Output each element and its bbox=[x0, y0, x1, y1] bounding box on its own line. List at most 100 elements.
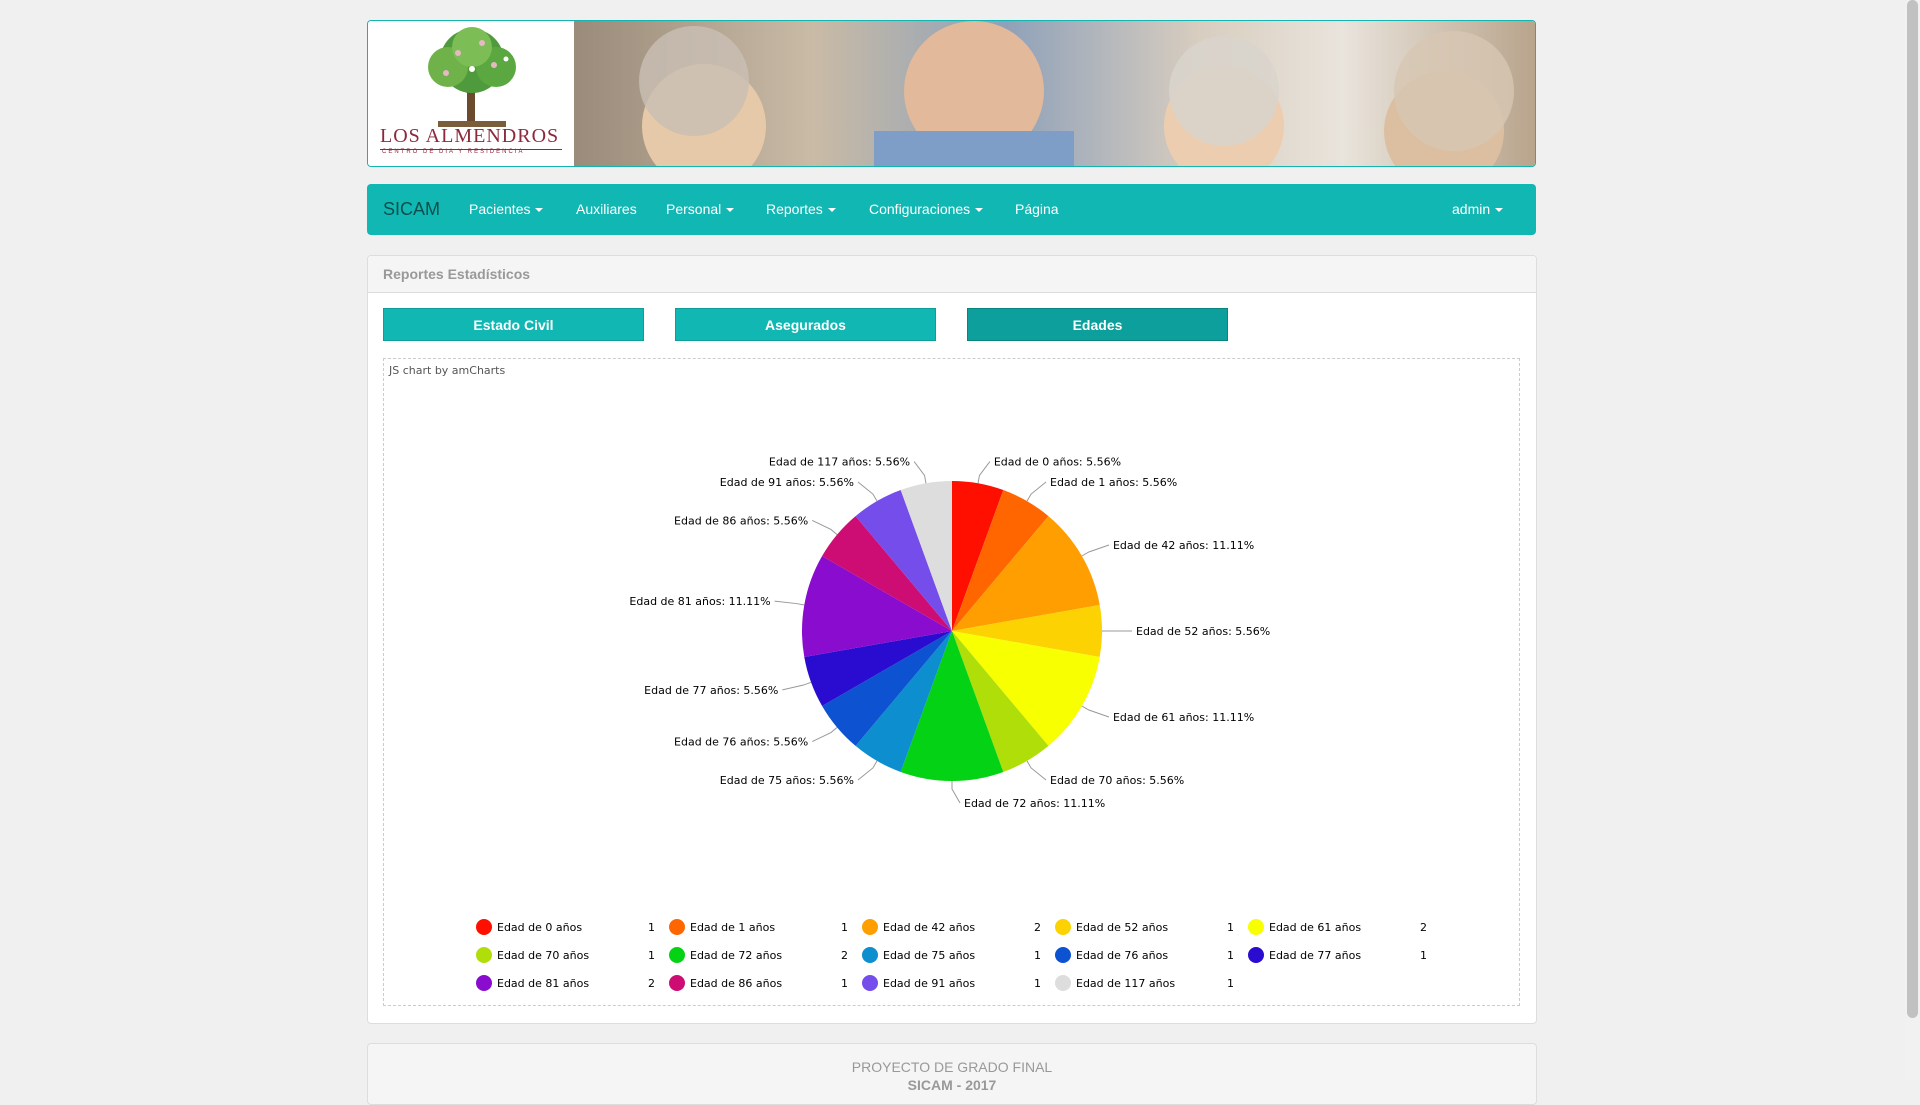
pie-leader-line bbox=[977, 461, 991, 484]
nav-item-label: Página bbox=[1015, 201, 1059, 217]
legend-item[interactable]: Edad de 1 años 1 bbox=[669, 917, 859, 937]
pie-slice-label: Edad de 77 años: 5.56% bbox=[644, 684, 778, 697]
legend-label: Edad de 117 años bbox=[1076, 977, 1176, 990]
header-banner: LOS ALMENDROS CENTRO DE DIA Y RESIDENCIA bbox=[367, 20, 1536, 167]
legend-item[interactable]: Edad de 91 años 1 bbox=[862, 973, 1052, 993]
banner-photo bbox=[574, 21, 1535, 166]
tab-edades[interactable]: Edades bbox=[967, 308, 1228, 341]
legend-item[interactable]: Edad de 77 años 1 bbox=[1248, 945, 1438, 965]
nav-item-label: Pacientes bbox=[469, 201, 531, 217]
tab-asegurados[interactable]: Asegurados bbox=[675, 308, 936, 341]
legend-value: 1 bbox=[1034, 949, 1041, 962]
pie-slice-label: Edad de 0 años: 5.56% bbox=[994, 456, 1121, 469]
pie-leader-line bbox=[913, 461, 927, 484]
legend-value: 1 bbox=[1420, 949, 1427, 962]
legend-label: Edad de 70 años bbox=[497, 949, 590, 962]
pie-slice-label: Edad de 86 años: 5.56% bbox=[674, 514, 808, 527]
legend-marker bbox=[1248, 947, 1264, 963]
pie-slice-label: Edad de 91 años: 5.56% bbox=[720, 476, 854, 489]
legend-marker bbox=[1055, 947, 1071, 963]
nav-item-reportes[interactable]: Reportes bbox=[766, 201, 836, 217]
legend-label: Edad de 77 años bbox=[1269, 949, 1362, 962]
legend-item[interactable]: Edad de 42 años 2 bbox=[862, 917, 1052, 937]
legend-value: 2 bbox=[1034, 921, 1041, 934]
legend-label: Edad de 86 años bbox=[690, 977, 783, 990]
legend-marker bbox=[1055, 975, 1071, 991]
pie-leader-line bbox=[1026, 760, 1047, 781]
reports-panel: Reportes Estadísticos Estado Civil Asegu… bbox=[367, 255, 1537, 1024]
nav-brand[interactable]: SICAM bbox=[383, 199, 440, 220]
pie-slice-label: Edad de 42 años: 11.11% bbox=[1113, 539, 1254, 552]
legend-label: Edad de 81 años bbox=[497, 977, 590, 990]
legend-marker bbox=[476, 947, 492, 963]
nav-item-label: Auxiliares bbox=[576, 201, 637, 217]
caret-down-icon bbox=[827, 208, 836, 213]
legend-value: 1 bbox=[1227, 977, 1234, 990]
pie-slice-label: Edad de 117 años: 5.56% bbox=[769, 456, 910, 469]
pie-leader-line bbox=[782, 681, 812, 691]
legend-value: 2 bbox=[648, 977, 655, 990]
pie-slice-label: Edad de 81 años: 11.11% bbox=[629, 595, 770, 608]
legend-value: 2 bbox=[841, 949, 848, 962]
pie-leader-line bbox=[1081, 544, 1110, 557]
legend-item[interactable]: Edad de 72 años 2 bbox=[669, 945, 859, 965]
footer: PROYECTO DE GRADO FINAL SICAM - 2017 bbox=[367, 1043, 1537, 1105]
legend-label: Edad de 91 años bbox=[883, 977, 976, 990]
caret-down-icon bbox=[535, 208, 544, 213]
pie-leader-line bbox=[1081, 705, 1110, 718]
nav-item-label: Reportes bbox=[766, 201, 823, 217]
pie-slice-label: Edad de 1 años: 5.56% bbox=[1050, 476, 1177, 489]
legend-marker bbox=[669, 975, 685, 991]
pie-leader-line bbox=[812, 727, 838, 743]
legend-value: 1 bbox=[648, 949, 655, 962]
nav-item-pacientes[interactable]: Pacientes bbox=[469, 201, 544, 217]
tree-logo-icon bbox=[428, 27, 516, 127]
legend-label: Edad de 72 años bbox=[690, 949, 783, 962]
legend-item[interactable]: Edad de 75 años 1 bbox=[862, 945, 1052, 965]
legend-marker bbox=[862, 947, 878, 963]
seniors-photo-image bbox=[639, 21, 1514, 166]
legend-item[interactable]: Edad de 61 años 2 bbox=[1248, 917, 1438, 937]
pie-slice-label: Edad de 52 años: 5.56% bbox=[1136, 625, 1270, 638]
legend-item[interactable]: Edad de 117 años 1 bbox=[1055, 973, 1245, 993]
legend-item[interactable]: Edad de 0 años 1 bbox=[476, 917, 666, 937]
user-name: admin bbox=[1452, 201, 1491, 217]
legend-item[interactable]: Edad de 70 años 1 bbox=[476, 945, 666, 965]
legend-value: 1 bbox=[1227, 949, 1234, 962]
pie-chart-container: JS chart by amCharts Edad de 0 años: 5.5… bbox=[383, 358, 1520, 1006]
pie-slice-label: Edad de 70 años: 5.56% bbox=[1050, 774, 1184, 787]
legend-item[interactable]: Edad de 52 años 1 bbox=[1055, 917, 1245, 937]
legend-marker bbox=[1055, 919, 1071, 935]
main-navbar: SICAM Pacientes Auxiliares Personal Repo… bbox=[367, 184, 1536, 235]
nav-item-configuraciones[interactable]: Configuraciones bbox=[869, 201, 984, 217]
legend-item[interactable]: Edad de 76 años 1 bbox=[1055, 945, 1245, 965]
nav-item-label: Configuraciones bbox=[869, 201, 971, 217]
tab-estado-civil[interactable]: Estado Civil bbox=[383, 308, 644, 341]
pie-leader-line bbox=[774, 600, 805, 606]
legend-value: 1 bbox=[648, 921, 655, 934]
pie-chart: Edad de 0 años: 5.56% Edad de 1 años: 5.5… bbox=[629, 456, 1270, 810]
legend-marker bbox=[476, 975, 492, 991]
footer-line1: PROYECTO DE GRADO FINAL bbox=[851, 1059, 1053, 1075]
nav-item-auxiliares[interactable]: Auxiliares bbox=[576, 201, 637, 217]
user-menu[interactable]: admin bbox=[1452, 201, 1504, 217]
legend-value: 1 bbox=[841, 977, 848, 990]
footer-line2: SICAM - 2017 bbox=[907, 1077, 997, 1093]
panel-title: Reportes Estadísticos bbox=[383, 266, 531, 282]
legend-marker bbox=[669, 919, 685, 935]
scrollbar-thumb[interactable] bbox=[1907, 0, 1918, 1018]
nav-item-personal[interactable]: Personal bbox=[666, 201, 735, 217]
pie-slice-label: Edad de 75 años: 5.56% bbox=[720, 774, 854, 787]
logo-title: LOS ALMENDROS bbox=[380, 125, 562, 150]
nav-item-pagina[interactable]: Página bbox=[1015, 201, 1059, 217]
legend-marker bbox=[476, 919, 492, 935]
page-scrollbar[interactable] bbox=[1905, 0, 1920, 1080]
legend-value: 1 bbox=[1034, 977, 1041, 990]
legend-item[interactable]: Edad de 86 años 1 bbox=[669, 973, 859, 993]
pie-slice-label: Edad de 76 años: 5.56% bbox=[674, 736, 808, 749]
legend-value: 2 bbox=[1420, 921, 1427, 934]
legend-label: Edad de 0 años bbox=[497, 921, 583, 934]
pie-leader-line bbox=[812, 519, 838, 535]
legend-marker bbox=[862, 919, 878, 935]
legend-item[interactable]: Edad de 81 años 2 bbox=[476, 973, 666, 993]
